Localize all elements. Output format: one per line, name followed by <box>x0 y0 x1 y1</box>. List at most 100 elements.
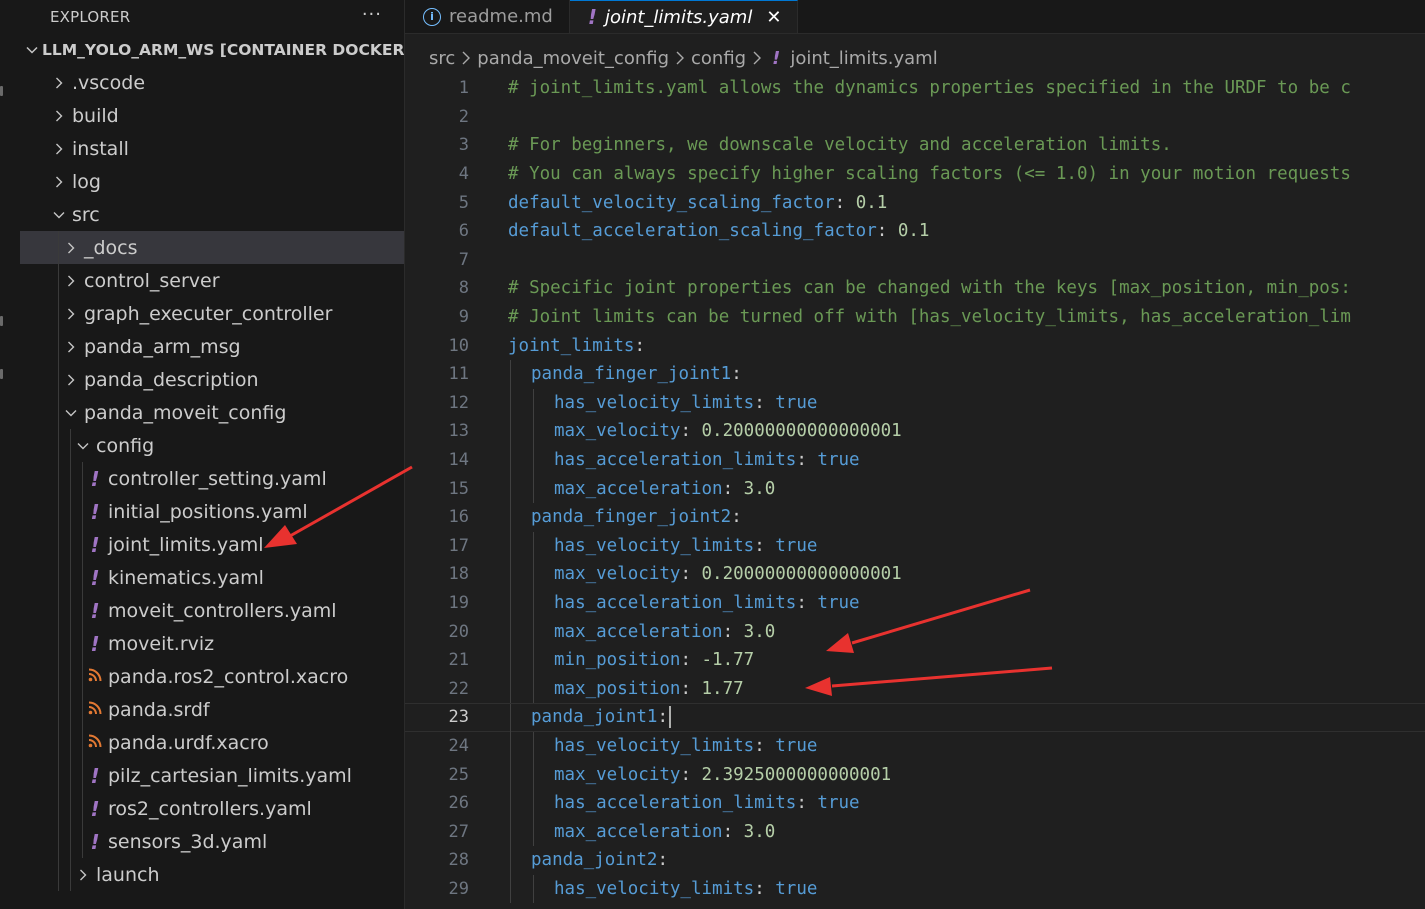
code-text: default_acceleration_scaling_factor: 0.1 <box>508 221 929 241</box>
code-token: # Specific joint properties can be chang… <box>508 278 1351 299</box>
file-item[interactable]: panda.ros2_control.xacro <box>20 660 404 693</box>
folder-item[interactable]: src <box>20 198 404 231</box>
indent-guide <box>533 674 534 704</box>
folder-item[interactable]: launch <box>20 858 404 891</box>
code-text: max_acceleration: 3.0 <box>554 822 775 842</box>
code-line[interactable]: 28 panda_joint2: <box>405 846 1425 875</box>
code-line[interactable]: 7 <box>405 246 1425 275</box>
code-line[interactable]: 3 # For beginners, we downscale velocity … <box>405 131 1425 160</box>
indent-guide <box>82 495 83 528</box>
line-number: 4 <box>458 164 469 185</box>
chevron-right-icon <box>50 176 68 188</box>
breadcrumb-item[interactable]: panda_moveit_config <box>477 48 669 69</box>
workspace-root[interactable]: LLM_YOLO_ARM_WS [CONTAINER DOCKER.... <box>20 33 404 66</box>
indent-guide <box>533 588 534 618</box>
code-line[interactable]: 13 max_velocity: 0.20000000000000001 <box>405 417 1425 446</box>
folder-item[interactable]: log <box>20 165 404 198</box>
code-line[interactable]: 17 has_velocity_limits: true <box>405 531 1425 561</box>
code-line[interactable]: 4 # You can always specify higher scaling… <box>405 160 1425 189</box>
code-token: panda_joint1 <box>531 707 658 728</box>
code-token: has_acceleration_limits <box>554 450 797 471</box>
breadcrumb-item[interactable]: config <box>691 48 746 69</box>
file-item[interactable]: ! moveit.rviz <box>20 627 404 660</box>
code-line[interactable]: 11 panda_finger_joint1: <box>405 360 1425 389</box>
folder-item[interactable]: graph_executer_controller <box>20 297 404 330</box>
code-line[interactable]: 6 default_acceleration_scaling_factor: 0.… <box>405 217 1425 246</box>
tree-item-label: build <box>72 104 119 127</box>
folder-item[interactable]: panda_moveit_config <box>20 396 404 429</box>
code-line[interactable]: 9 # Joint limits can be turned off with [… <box>405 303 1425 332</box>
file-item[interactable]: ! kinematics.yaml <box>20 561 404 594</box>
line-number: 7 <box>458 249 469 270</box>
code-line[interactable]: 18 max_velocity: 0.20000000000000001 <box>405 560 1425 589</box>
indent-guide <box>533 646 534 675</box>
breadcrumb-item[interactable]: joint_limits.yaml <box>790 48 937 69</box>
code-line[interactable]: 1 # joint_limits.yaml allows the dynamics… <box>405 74 1425 103</box>
tree-item-label: kinematics.yaml <box>108 566 264 589</box>
file-item[interactable]: ! moveit_controllers.yaml <box>20 594 404 627</box>
folder-item[interactable]: panda_arm_msg <box>20 330 404 363</box>
indent-guide <box>70 528 71 561</box>
line-number: 23 <box>448 707 469 728</box>
line-number: 17 <box>448 535 469 556</box>
folder-item[interactable]: panda_description <box>20 363 404 396</box>
folder-item[interactable]: .vscode <box>20 66 404 99</box>
file-item[interactable]: ! pilz_cartesian_limits.yaml <box>20 759 404 792</box>
code-line[interactable]: 29 has_velocity_limits: true <box>405 874 1425 904</box>
code-editor[interactable]: 1 # joint_limits.yaml allows the dynamics… <box>405 74 1425 909</box>
code-text: joint_limits: <box>508 336 645 356</box>
file-item[interactable]: panda.srdf <box>20 693 404 726</box>
code-line[interactable]: 14 has_acceleration_limits: true <box>405 445 1425 475</box>
code-token: panda_joint2 <box>531 850 658 871</box>
tab-joint-limits[interactable]: ! joint_limits.yaml ✕ <box>569 0 799 33</box>
code-line[interactable]: 22 max_position: 1.77 <box>405 674 1425 704</box>
indent-guide <box>82 825 83 858</box>
code-line[interactable]: 8 # Specific joint properties can be chan… <box>405 274 1425 303</box>
code-text: max_velocity: 2.3925000000000001 <box>554 765 891 785</box>
code-text: has_velocity_limits: true <box>554 736 817 756</box>
more-actions-icon[interactable]: ··· <box>362 4 382 25</box>
file-item[interactable]: ! joint_limits.yaml <box>20 528 404 561</box>
code-token: : <box>680 764 702 785</box>
breadcrumb-item[interactable]: src <box>429 48 455 69</box>
code-line[interactable]: 21 min_position: -1.77 <box>405 646 1425 675</box>
code-line[interactable]: 25 max_velocity: 2.3925000000000001 <box>405 760 1425 789</box>
file-item[interactable]: panda.urdf.xacro <box>20 726 404 759</box>
file-item[interactable]: ! ros2_controllers.yaml <box>20 792 404 825</box>
code-line[interactable]: 16 panda_finger_joint2: <box>405 503 1425 532</box>
code-token: max_acceleration <box>554 478 723 499</box>
code-line[interactable]: 15 max_acceleration: 3.0 <box>405 474 1425 503</box>
code-token: default_velocity_scaling_factor <box>508 192 835 213</box>
indent-guide <box>533 789 534 818</box>
tab-readme[interactable]: i readme.md <box>405 0 570 33</box>
indent-guide <box>533 560 534 589</box>
folder-item[interactable]: install <box>20 132 404 165</box>
folder-item[interactable]: _docs <box>20 231 404 264</box>
code-text: panda_joint1: <box>531 706 671 729</box>
folder-item[interactable]: control_server <box>20 264 404 297</box>
indent-guide <box>58 363 59 396</box>
file-item[interactable]: ! initial_positions.yaml <box>20 495 404 528</box>
code-line[interactable]: 19 has_acceleration_limits: true <box>405 588 1425 618</box>
code-token: max_acceleration <box>554 821 723 842</box>
code-token: has_velocity_limits <box>554 392 755 413</box>
folder-item[interactable]: build <box>20 99 404 132</box>
code-line[interactable]: 27 max_acceleration: 3.0 <box>405 817 1425 847</box>
code-line[interactable]: 2 <box>405 103 1425 132</box>
file-item[interactable]: ! sensors_3d.yaml <box>20 825 404 858</box>
code-line[interactable]: 23 panda_joint1: <box>405 703 1425 733</box>
explorer-sidebar: EXPLORER ··· LLM_YOLO_ARM_WS [CONTAINER … <box>20 0 405 909</box>
file-item[interactable]: ! controller_setting.yaml <box>20 462 404 495</box>
code-line[interactable]: 26 has_acceleration_limits: true <box>405 789 1425 818</box>
code-line[interactable]: 24 has_velocity_limits: true <box>405 731 1425 761</box>
info-icon: i <box>423 7 441 26</box>
close-icon[interactable]: ✕ <box>766 7 781 28</box>
code-line[interactable]: 5 default_velocity_scaling_factor: 0.1 <box>405 188 1425 217</box>
folder-item[interactable]: config <box>20 429 404 462</box>
code-line[interactable]: 12 has_velocity_limits: true <box>405 388 1425 418</box>
indent-guide <box>82 726 83 759</box>
code-token: : <box>834 192 856 213</box>
code-line[interactable]: 10 joint_limits: <box>405 331 1425 360</box>
code-token: : <box>754 535 776 556</box>
code-line[interactable]: 20 max_acceleration: 3.0 <box>405 617 1425 646</box>
